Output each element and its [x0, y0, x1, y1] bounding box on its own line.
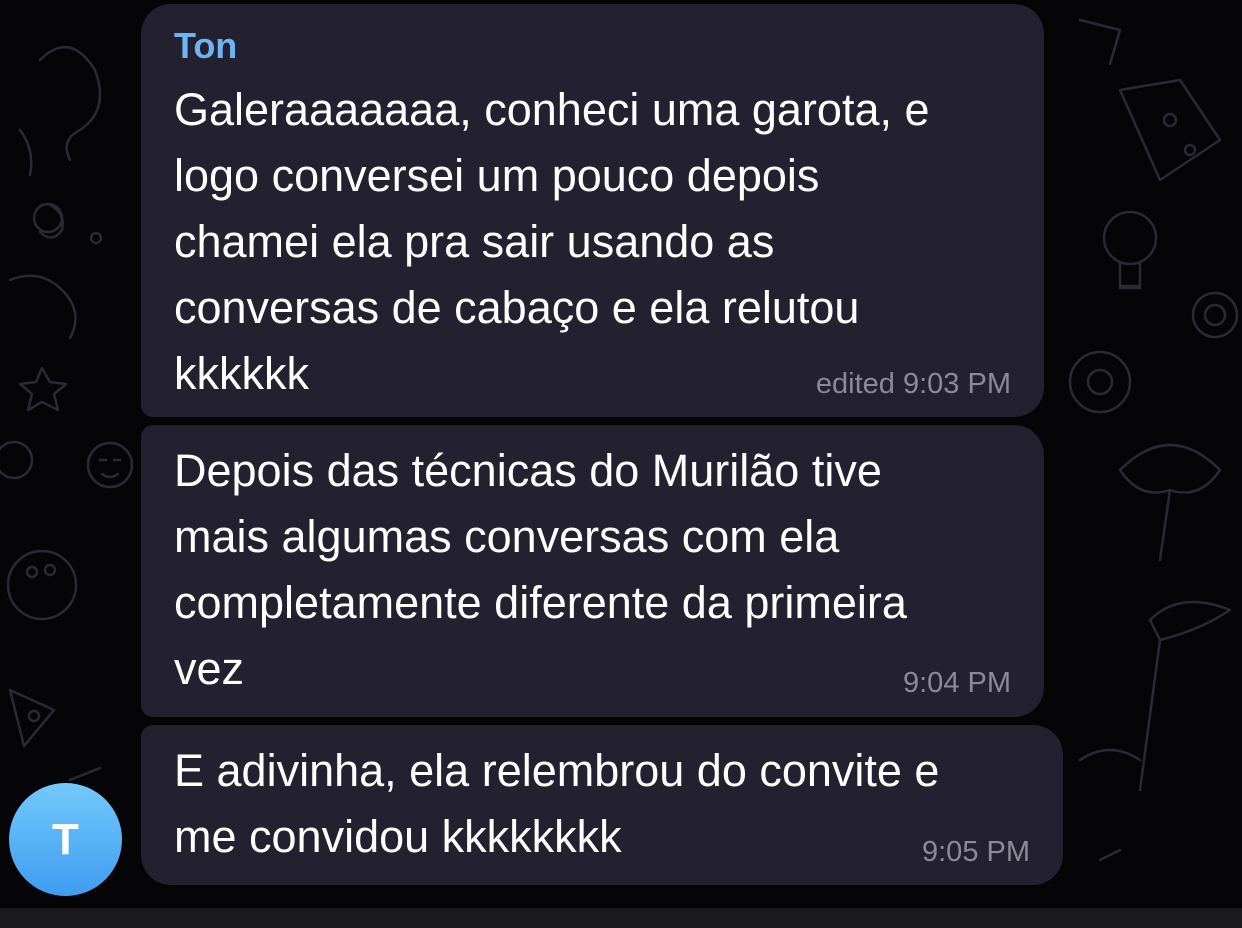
- sender-name[interactable]: Ton: [174, 25, 237, 67]
- message-timestamp: edited 9:03 PM: [815, 368, 1011, 400]
- sender-avatar[interactable]: T: [9, 783, 122, 896]
- message-text: E adivinha, ela relembrou do convite e m…: [174, 745, 940, 862]
- bottom-bar: [0, 908, 1242, 928]
- message-bubble[interactable]: Ton Galeraaaaaaa, conheci uma garota, e …: [141, 4, 1044, 417]
- avatar-initial: T: [52, 814, 79, 864]
- message-text: Depois das técnicas do Murilão tive mais…: [174, 445, 907, 694]
- message-timestamp: 9:05 PM: [922, 836, 1030, 868]
- message-bubble[interactable]: E adivinha, ela relembrou do convite e m…: [141, 725, 1063, 885]
- chat-screen: Ton Galeraaaaaaa, conheci uma garota, e …: [0, 0, 1242, 928]
- message-text: Galeraaaaaaa, conheci uma garota, e logo…: [174, 84, 930, 399]
- message-timestamp: 9:04 PM: [903, 667, 1011, 699]
- message-bubble[interactable]: Depois das técnicas do Murilão tive mais…: [141, 425, 1044, 717]
